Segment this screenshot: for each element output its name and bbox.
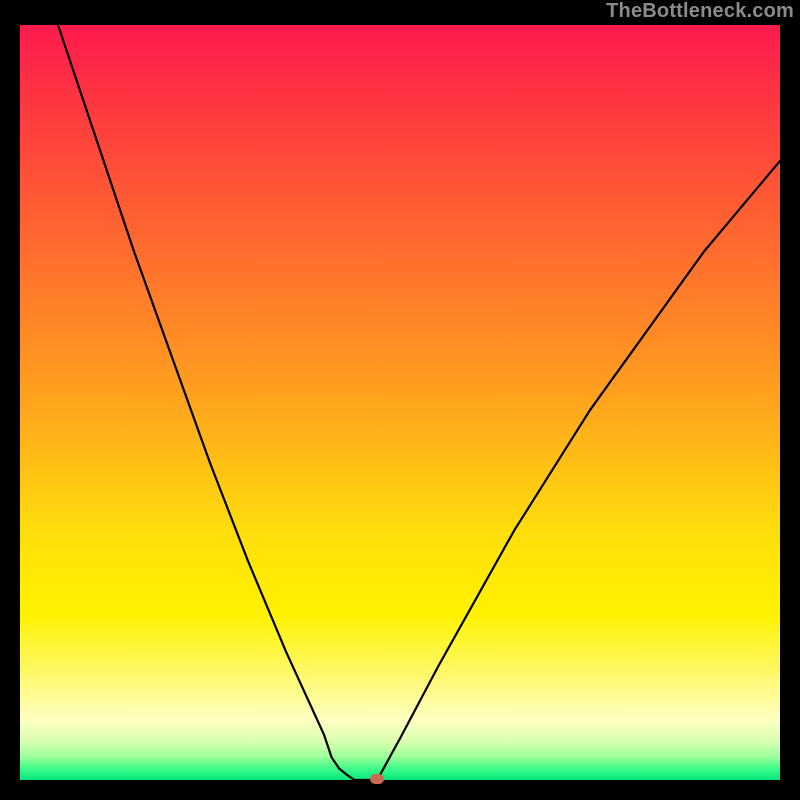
watermark-text: TheBottleneck.com [606, 0, 794, 23]
curve-svg [20, 25, 780, 780]
bottleneck-curve [58, 25, 780, 780]
chart-container: TheBottleneck.com [0, 0, 800, 800]
minimum-marker [370, 774, 384, 784]
